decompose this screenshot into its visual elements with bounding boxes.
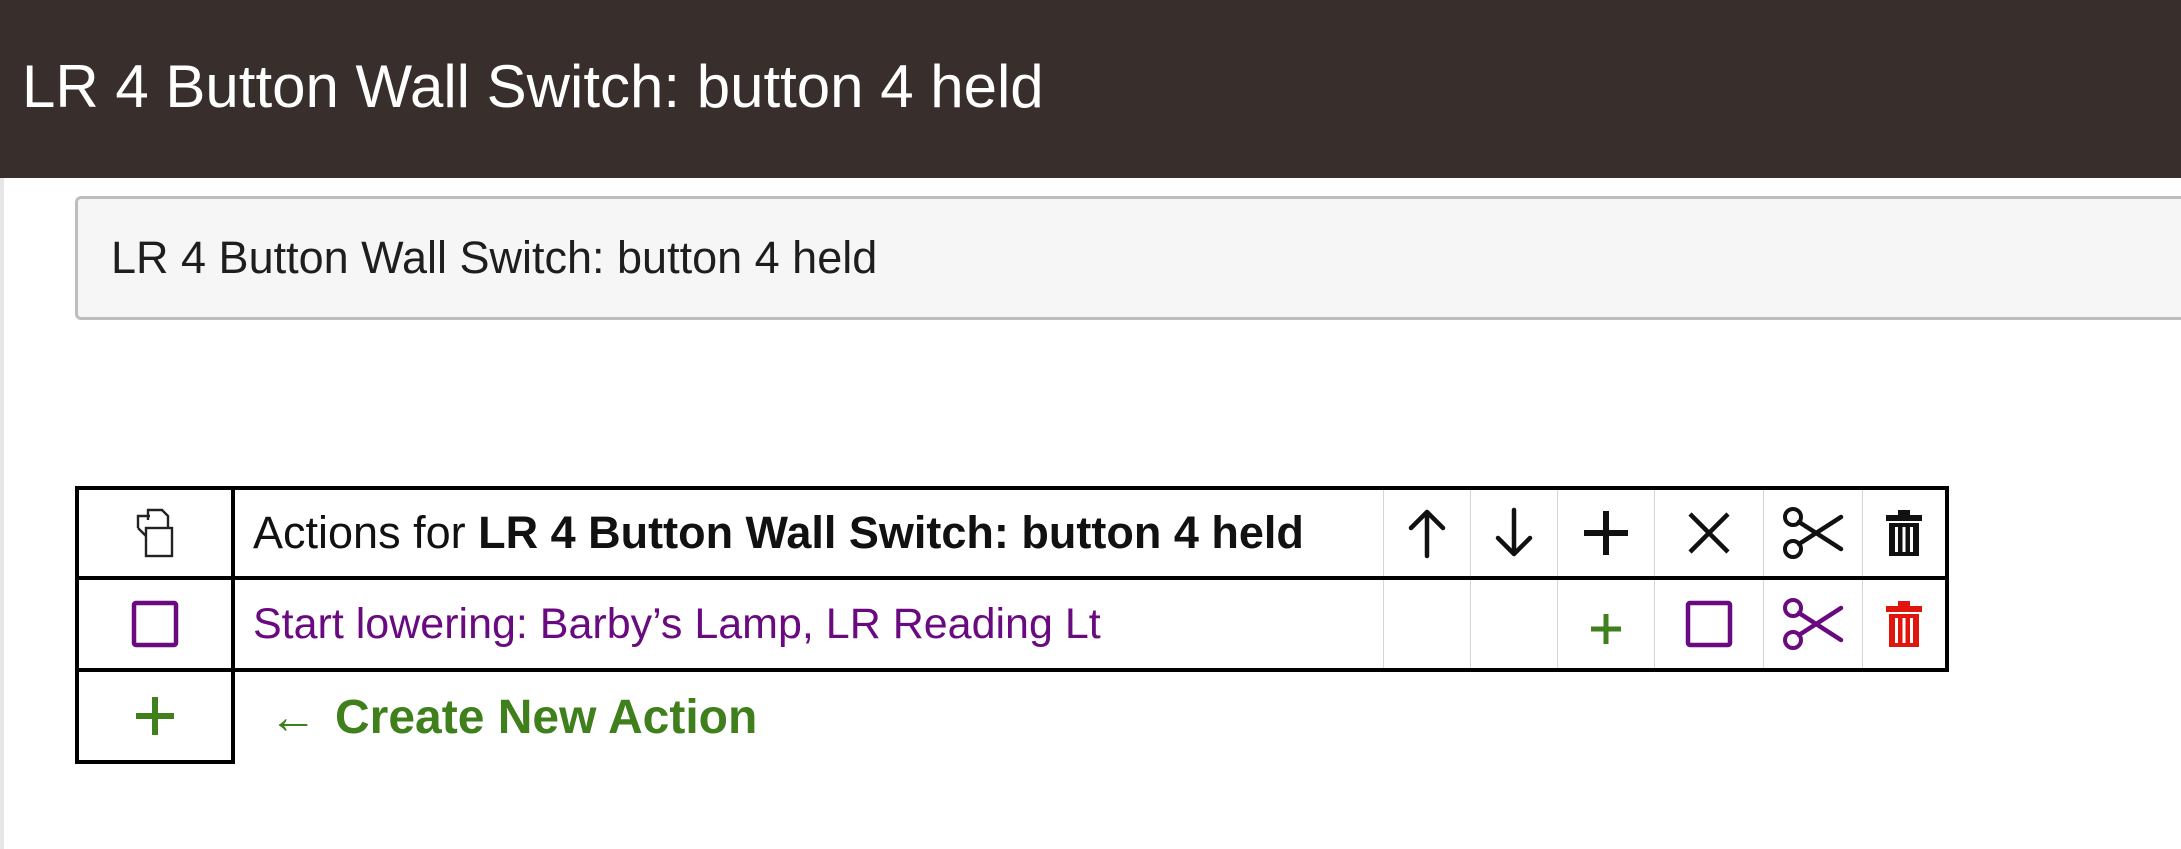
- arrow-down-icon: [1492, 506, 1536, 560]
- select-header: [1654, 486, 1764, 580]
- move-down-cell: [1470, 576, 1558, 672]
- row-checkbox-cell: [75, 576, 235, 672]
- plus-icon: [1580, 507, 1632, 559]
- left-border: [0, 178, 4, 849]
- move-down-header: [1470, 486, 1558, 580]
- insert-cell: [1557, 576, 1655, 672]
- title-bar: LR 4 Button Wall Switch: button 4 held: [0, 0, 2181, 178]
- copy-all-cell[interactable]: [75, 486, 235, 580]
- scissors-icon[interactable]: [1781, 596, 1845, 652]
- cut-header: [1763, 486, 1863, 580]
- arrow-left-icon: ←: [269, 690, 317, 744]
- delete-header: [1862, 486, 1949, 580]
- rule-name-input[interactable]: [75, 196, 2181, 320]
- actions-header-text: Actions for LR 4 Button Wall Switch: but…: [235, 507, 1304, 558]
- create-plus-cell: [75, 668, 235, 764]
- action-label-cell: Start lowering: Barby’s Lamp, LR Reading…: [231, 576, 1384, 672]
- actions-header-subject: LR 4 Button Wall Switch: button 4 held: [478, 507, 1304, 558]
- plus-icon[interactable]: [132, 693, 178, 739]
- move-up-cell: [1383, 576, 1471, 672]
- trash-icon[interactable]: [1884, 599, 1924, 649]
- scissors-icon: [1781, 505, 1845, 561]
- checkbox-icon[interactable]: [131, 600, 179, 648]
- create-action-cell: ← Create New Action: [233, 670, 1947, 762]
- trash-icon: [1884, 508, 1924, 558]
- create-row: ← Create New Action: [75, 668, 1947, 764]
- delete-cell: [1862, 576, 1949, 672]
- plus-icon[interactable]: [1589, 601, 1623, 647]
- actions-header-cell: Actions for LR 4 Button Wall Switch: but…: [231, 486, 1384, 580]
- table-row: Start lowering: Barby’s Lamp, LR Reading…: [75, 576, 1949, 672]
- actions-header-row: Actions for LR 4 Button Wall Switch: but…: [75, 486, 1949, 580]
- actions-table: Actions for LR 4 Button Wall Switch: but…: [75, 486, 1949, 764]
- page-title: LR 4 Button Wall Switch: button 4 held: [22, 53, 1044, 120]
- close-icon: [1684, 508, 1734, 558]
- copy-icon[interactable]: [128, 506, 182, 560]
- select-cell: [1654, 576, 1764, 672]
- arrow-up-icon: [1405, 506, 1449, 560]
- actions-header-prefix: Actions for: [253, 507, 466, 558]
- create-new-action-label: Create New Action: [335, 690, 758, 744]
- move-up-header: [1383, 486, 1471, 580]
- checkbox-icon[interactable]: [1685, 600, 1733, 648]
- cut-cell: [1763, 576, 1863, 672]
- action-link[interactable]: Start lowering: Barby’s Lamp, LR Reading…: [235, 600, 1101, 648]
- add-header: [1557, 486, 1655, 580]
- create-new-action-link[interactable]: ← Create New Action: [269, 690, 757, 745]
